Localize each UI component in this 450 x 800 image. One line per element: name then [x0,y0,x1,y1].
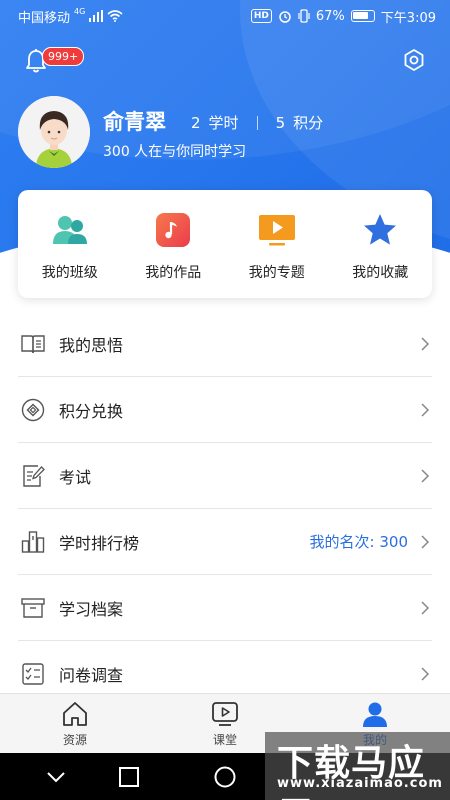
menu-item-exam[interactable]: 考试 [18,443,432,509]
tab-label: 资源 [62,733,87,747]
tab-resources[interactable]: 资源 [0,694,150,753]
points-label: 积分 [293,114,324,132]
menu-item-study-archive[interactable]: 学习档案 [18,575,432,641]
menu-item-label: 学时排行榜 [59,533,140,553]
concurrent-learners-text: 300 人在与你同时学习 [103,144,247,160]
archive-box-icon [21,597,45,618]
avatar[interactable] [18,96,90,168]
system-navigation-bar [0,753,450,800]
quick-action-my-works[interactable]: 我的作品 [122,190,226,298]
vibrate-icon [298,9,310,23]
status-bar: 中国移动 4G HD 67% 下午3:09 [0,0,450,32]
exchange-icon [21,398,45,421]
quick-action-my-topics[interactable]: 我的专题 [225,190,329,298]
play-video-icon [258,215,295,246]
star-icon [364,214,397,245]
carrier-info: 中国移动 4G [18,7,123,26]
bottom-tab-bar: 资源 课堂 我的 [0,693,450,753]
menu-item-label: 积分兑换 [59,401,124,421]
notification-count-badge: 999+ [42,47,85,66]
home-icon [63,702,87,726]
network-type: 4G [74,6,86,16]
tab-classroom[interactable]: 课堂 [150,694,300,753]
menu-item-study-ranking[interactable]: 学时排行榜 我的名次: 300 [18,509,432,575]
quick-action-my-class[interactable]: 我的班级 [18,190,122,298]
chevron-right-icon [421,667,430,681]
alarm-icon [279,11,291,23]
music-note-icon [156,213,191,247]
menu-item-points-exchange[interactable]: 积分兑换 [18,377,432,443]
tab-label: 我的 [362,733,387,747]
battery-percent: 67% [315,8,345,24]
settings-hexagon-icon[interactable] [402,48,426,72]
chevron-right-icon [421,402,430,417]
menu-item-label: 学习档案 [59,599,124,619]
chevron-right-icon [421,336,430,351]
tab-mine[interactable]: 我的 [300,694,450,753]
video-play-icon [212,702,238,726]
my-rank-value: 我的名次: 300 [309,533,408,551]
stats-divider [256,115,258,130]
user-stats: 2 学时 5 积分 [191,112,323,133]
menu-item-label: 考试 [59,467,92,487]
tab-label: 课堂 [212,733,237,747]
back-chevron-icon[interactable] [44,765,68,789]
exam-edit-icon [23,464,45,487]
quick-action-my-favorites[interactable]: 我的收藏 [329,190,433,298]
avatar-illustration [18,96,90,168]
study-hours-label: 学时 [208,114,239,132]
menu-item-my-reflections[interactable]: 我的思悟 [18,311,432,377]
overview-square-icon[interactable] [117,765,141,789]
checklist-icon [22,663,44,685]
points-value: 5 [275,113,286,132]
menu-item-label: 我的思悟 [59,335,124,355]
chevron-right-icon [421,600,430,615]
quick-action-label: 我的收藏 [352,265,409,281]
carrier-name: 中国移动 [18,10,71,26]
book-icon [21,334,45,353]
menu-item-label: 问卷调查 [59,666,124,685]
hd-badge: HD [250,9,272,23]
battery-icon [350,10,375,22]
chevron-right-icon [421,468,430,483]
wifi-icon [107,10,123,22]
quick-action-label: 我的作品 [145,265,202,281]
person-icon [363,702,387,727]
status-right: HD 67% 下午3:09 [250,7,436,26]
home-circle-icon[interactable] [213,765,237,789]
study-hours-value: 2 [191,113,201,132]
ranking-icon [21,530,45,553]
clock: 下午3:09 [380,10,436,26]
class-icon [52,216,87,244]
quick-action-label: 我的专题 [248,265,305,281]
menu-list: 我的思悟 积分兑换 考试 学时排行榜 我的名次: 300 学习档案 问卷调查 [18,311,432,707]
signal-icon [89,10,104,22]
quick-actions-card: 我的班级 我的作品 我的专题 我的收藏 [18,190,432,298]
user-name: 俞青翠 [103,110,166,134]
chevron-right-icon [421,534,430,549]
quick-action-label: 我的班级 [41,265,98,281]
